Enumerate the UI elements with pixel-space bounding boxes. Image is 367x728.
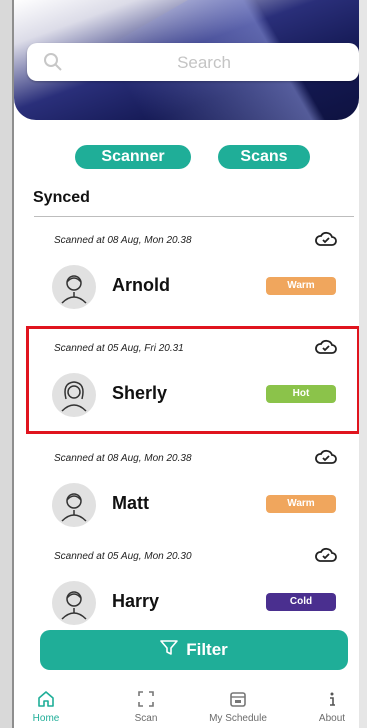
scan-timestamp: Scanned at 08 Aug, Mon 20.38 [54,235,192,246]
filter-icon [160,639,179,662]
device-edge-right [359,0,367,728]
tab-label: Scan [134,713,158,724]
section-divider [34,216,354,217]
tab-about[interactable]: About [292,690,367,724]
info-icon [323,692,341,711]
home-icon [37,691,55,711]
tab-label: My Schedule [209,713,267,724]
cloud-synced-icon [314,447,338,472]
device-edge-shadow [12,0,14,728]
tab-schedule[interactable]: My Schedule [198,690,278,724]
person-name: Harry [112,591,160,611]
search-icon [43,52,63,77]
bottom-tab-bar: Home Scan My Schedule About [14,676,359,728]
search-bar[interactable] [27,43,359,81]
cloud-synced-icon [314,229,338,254]
list-item[interactable]: Scanned at 05 Aug, Mon 20.30 Harry Cold [34,541,352,641]
tab-scan[interactable]: Scan [106,690,186,724]
filter-label: Filter [186,640,228,659]
tab-label: Home [32,713,60,724]
scans-button[interactable]: Scans [218,145,310,169]
search-input[interactable] [77,48,331,78]
tab-label: About [318,713,346,724]
cloud-synced-icon [314,545,338,570]
scanner-button[interactable]: Scanner [75,145,191,169]
male-avatar-icon [52,483,96,527]
person-name: Arnold [112,275,170,295]
phone-frame: Scanner Scans Synced Scanned at 08 Aug, … [0,0,367,728]
male-avatar-icon [52,581,96,625]
selection-highlight [26,326,360,434]
filter-button[interactable]: Filter [40,630,348,670]
calendar-icon [229,692,247,711]
list-item[interactable]: Scanned at 08 Aug, Mon 20.38 Arnold Warm [34,225,352,325]
person-name: Matt [112,493,149,513]
tab-home[interactable]: Home [6,690,86,724]
male-avatar-icon [52,265,96,309]
status-badge: Warm [266,495,336,513]
list-item[interactable]: Scanned at 08 Aug, Mon 20.38 Matt Warm [34,443,352,543]
scan-timestamp: Scanned at 08 Aug, Mon 20.38 [54,453,192,464]
section-title: Synced [33,189,90,206]
scan-timestamp: Scanned at 05 Aug, Mon 20.30 [54,551,192,562]
scan-icon [137,691,155,711]
status-badge: Warm [266,277,336,295]
status-badge: Cold [266,593,336,611]
